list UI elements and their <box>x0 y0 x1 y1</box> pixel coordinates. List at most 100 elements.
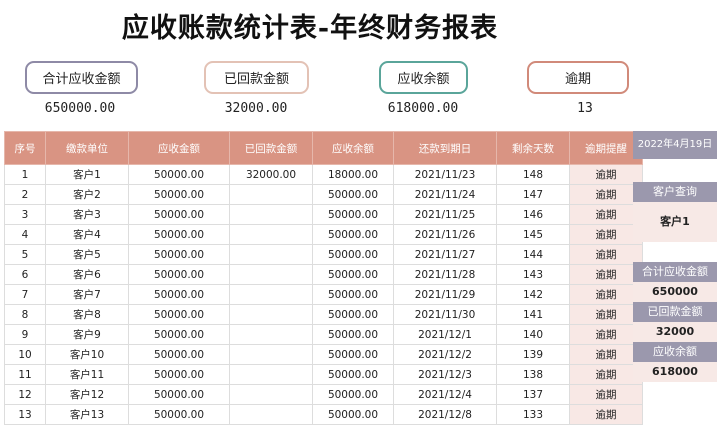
table-row: 7 客户7 50000.00 50000.00 2021/11/29 142 逾期 <box>4 284 643 305</box>
table-cell: 2021/11/25 <box>393 204 497 225</box>
table-cell: 逾期 <box>569 204 643 225</box>
table-cell <box>229 344 313 365</box>
table-cell: 客户10 <box>45 344 129 365</box>
table-header-row: 序号 缴款单位 应收金额 已回款金额 应收余额 还款到期日 剩余天数 逾期提醒 <box>4 131 643 165</box>
table-cell: 逾期 <box>569 184 643 205</box>
table-cell: 逾期 <box>569 364 643 385</box>
balance-value: 618000 <box>633 362 717 382</box>
table-cell: 客户9 <box>45 324 129 345</box>
table-cell: 50000.00 <box>312 224 394 245</box>
table-cell: 141 <box>496 304 570 325</box>
table-cell: 50000.00 <box>312 184 394 205</box>
table-cell <box>229 384 313 405</box>
table-cell: 客户2 <box>45 184 129 205</box>
table-cell: 50000.00 <box>128 244 230 265</box>
column-header: 应收金额 <box>128 131 230 165</box>
table-cell <box>229 364 313 385</box>
table-cell <box>229 224 313 245</box>
table-cell <box>229 304 313 325</box>
balance-label: 应收余额 <box>633 342 717 362</box>
table-cell: 50000.00 <box>312 324 394 345</box>
table-row: 5 客户5 50000.00 50000.00 2021/11/27 144 逾期 <box>4 244 643 265</box>
table-cell: 11 <box>4 364 46 385</box>
table-cell: 50000.00 <box>128 384 230 405</box>
table-cell: 50000.00 <box>312 244 394 265</box>
table-cell: 50000.00 <box>128 284 230 305</box>
table-cell: 5 <box>4 244 46 265</box>
table-cell: 2021/12/1 <box>393 324 497 345</box>
table-cell: 客户11 <box>45 364 129 385</box>
table-row: 9 客户9 50000.00 50000.00 2021/12/1 140 逾期 <box>4 324 643 345</box>
table-cell: 6 <box>4 264 46 285</box>
table-row: 10 客户10 50000.00 50000.00 2021/12/2 139 逾期 <box>4 344 643 365</box>
table-cell: 148 <box>496 164 570 185</box>
table-cell: 32000.00 <box>229 164 313 185</box>
table-cell: 2021/11/29 <box>393 284 497 305</box>
table-cell: 138 <box>496 364 570 385</box>
receivable-total-label: 合计应收金额 <box>633 262 717 282</box>
table-cell: 50000.00 <box>312 364 394 385</box>
table-cell: 50000.00 <box>312 264 394 285</box>
table-cell <box>229 404 313 425</box>
table-cell: 50000.00 <box>312 204 394 225</box>
table-cell: 逾期 <box>569 164 643 185</box>
table-cell: 50000.00 <box>312 344 394 365</box>
table-cell: 2021/12/8 <box>393 404 497 425</box>
balance-value: 618000.00 <box>387 101 459 116</box>
table-cell: 1 <box>4 164 46 185</box>
table-cell: 2 <box>4 184 46 205</box>
table-cell: 逾期 <box>569 244 643 265</box>
table-cell: 142 <box>496 284 570 305</box>
table-cell: 逾期 <box>569 404 643 425</box>
column-header: 序号 <box>4 131 46 165</box>
receivable-total-value: 650000 <box>633 282 717 302</box>
table-cell: 逾期 <box>569 284 643 305</box>
table-cell: 8 <box>4 304 46 325</box>
table-cell: 12 <box>4 384 46 405</box>
table-cell: 逾期 <box>569 344 643 365</box>
table-cell: 2021/11/24 <box>393 184 497 205</box>
overdue-count-card: 逾期 <box>527 61 629 94</box>
table-row: 3 客户3 50000.00 50000.00 2021/11/25 146 逾期 <box>4 204 643 225</box>
column-header: 剩余天数 <box>496 131 570 165</box>
table-cell: 3 <box>4 204 46 225</box>
table-row: 8 客户8 50000.00 50000.00 2021/11/30 141 逾期 <box>4 304 643 325</box>
table-cell: 50000.00 <box>128 344 230 365</box>
table-cell: 2021/12/3 <box>393 364 497 385</box>
table-cell: 2021/11/28 <box>393 264 497 285</box>
table-cell <box>229 244 313 265</box>
table-cell <box>229 264 313 285</box>
table-cell: 逾期 <box>569 304 643 325</box>
table-cell: 13 <box>4 404 46 425</box>
table-row: 2 客户2 50000.00 50000.00 2021/11/24 147 逾期 <box>4 184 643 205</box>
table-cell: 客户8 <box>45 304 129 325</box>
customer-query-select[interactable]: 客户1 <box>633 202 717 242</box>
table-cell: 客户3 <box>45 204 129 225</box>
table-cell: 50000.00 <box>128 164 230 185</box>
table-cell <box>229 284 313 305</box>
returned-amount-value: 32000 <box>633 322 717 342</box>
table-cell: 4 <box>4 224 46 245</box>
table-cell: 137 <box>496 384 570 405</box>
table-cell: 客户6 <box>45 264 129 285</box>
table-cell: 143 <box>496 264 570 285</box>
table-cell <box>229 204 313 225</box>
receivables-table: 序号 缴款单位 应收金额 已回款金额 应收余额 还款到期日 剩余天数 逾期提醒 1 客户1 500… <box>4 131 643 425</box>
page-title: 应收账款统计表-年终财务报表 <box>121 13 499 44</box>
table-cell: 146 <box>496 204 570 225</box>
report-date: 2022年4月19日 <box>633 131 717 159</box>
table-cell: 133 <box>496 404 570 425</box>
table-cell: 50000.00 <box>128 304 230 325</box>
table-cell: 客户5 <box>45 244 129 265</box>
table-cell: 18000.00 <box>312 164 394 185</box>
table-cell: 50000.00 <box>128 364 230 385</box>
table-cell: 10 <box>4 344 46 365</box>
table-cell: 2021/11/23 <box>393 164 497 185</box>
table-cell: 客户4 <box>45 224 129 245</box>
table-cell: 客户1 <box>45 164 129 185</box>
customer-query-label: 客户查询 <box>633 182 717 202</box>
returned-amount-label: 已回款金额 <box>633 302 717 322</box>
table-cell <box>229 184 313 205</box>
table-cell: 144 <box>496 244 570 265</box>
table-cell: 50000.00 <box>128 204 230 225</box>
